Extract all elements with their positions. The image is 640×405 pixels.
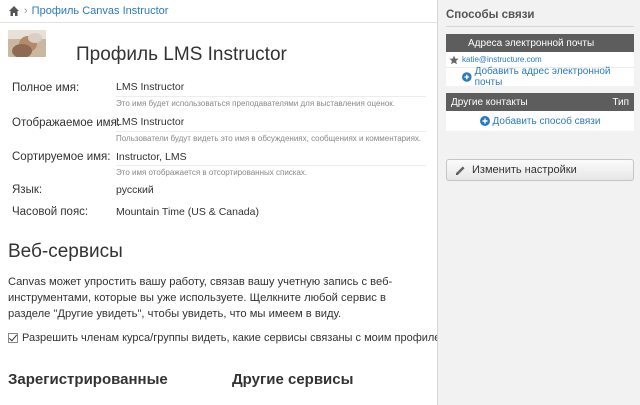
sortable-name-value: Instructor, LMS	[116, 151, 187, 163]
registered-services-title: Зарегистрированные	[8, 371, 168, 388]
edit-settings-label: Изменить настройки	[472, 164, 577, 176]
email-header: Адреса электронной почты	[446, 34, 634, 52]
add-contact-link[interactable]: Добавить способ связи	[446, 111, 634, 131]
edit-settings-button[interactable]: Изменить настройки	[446, 159, 634, 181]
timezone-value: Mountain Time (US & Canada)	[116, 206, 259, 218]
plus-circle-icon	[479, 116, 490, 126]
email-panel: Адреса электронной почты katie@instructu…	[446, 34, 634, 88]
add-contact-label: Добавить способ связи	[492, 115, 601, 127]
email-address[interactable]: katie@instructure.com	[462, 55, 542, 64]
contacts-panel: Другие контакты Тип Добавить способ связ…	[446, 93, 634, 131]
avatar[interactable]	[8, 30, 46, 57]
display-name-hint: Пользователи будут видеть это имя в обсу…	[116, 134, 422, 143]
sortable-name-hint: Это имя отображается в отсортированных с…	[116, 168, 308, 177]
star-icon[interactable]	[449, 55, 459, 65]
full-name-hint: Это имя будет использоваться преподавате…	[116, 99, 396, 108]
pencil-icon	[456, 165, 465, 175]
full-name-value: LMS Instructor	[116, 81, 185, 93]
main-content: › Профиль Canvas Instructor Профиль LMS …	[0, 0, 437, 405]
page-title: Профиль LMS Instructor	[76, 44, 287, 65]
sidebar-title: Способы связи	[446, 9, 535, 21]
add-email-link[interactable]: Добавить адрес электронной почты	[446, 66, 634, 88]
show-services-checkbox[interactable]	[8, 333, 18, 343]
hint-divider	[116, 131, 426, 132]
timezone-label: Часовой пояс:	[12, 206, 89, 218]
language-label: Язык:	[12, 184, 43, 196]
breadcrumb-profile-link[interactable]: Профиль Canvas Instructor	[32, 5, 169, 17]
add-email-label: Добавить адрес электронной почты	[474, 66, 611, 88]
show-services-checkbox-label: Разрешить членам курса/группы видеть, ка…	[22, 332, 437, 344]
hint-divider	[116, 165, 426, 166]
contacts-header-label: Другие контакты	[451, 96, 528, 108]
sidebar-divider	[446, 26, 634, 27]
breadcrumb: › Профиль Canvas Instructor	[8, 4, 168, 18]
sidebar: Способы связи Адреса электронной почты k…	[438, 0, 640, 405]
web-services-description: Canvas может упростить вашу работу, связ…	[8, 276, 393, 320]
full-name-label: Полное имя:	[12, 82, 80, 94]
hint-divider	[116, 96, 426, 97]
breadcrumb-separator: ›	[24, 5, 28, 17]
show-services-checkbox-row[interactable]: Разрешить членам курса/группы видеть, ка…	[8, 332, 437, 344]
type-header-label: Тип	[612, 96, 629, 108]
sortable-name-label: Сортируемое имя:	[12, 151, 111, 163]
web-services-title: Веб-сервисы	[8, 241, 123, 262]
display-name-value: LMS Instructor	[116, 116, 185, 128]
email-header-label: Адреса электронной почты	[468, 37, 595, 49]
display-name-label: Отображаемое имя:	[12, 117, 120, 129]
plus-circle-icon	[462, 72, 472, 82]
contacts-header: Другие контакты Тип	[446, 93, 634, 111]
other-services-title: Другие сервисы	[232, 371, 354, 388]
breadcrumb-divider	[0, 22, 437, 23]
language-value: русский	[116, 184, 154, 196]
home-icon[interactable]	[8, 5, 20, 17]
